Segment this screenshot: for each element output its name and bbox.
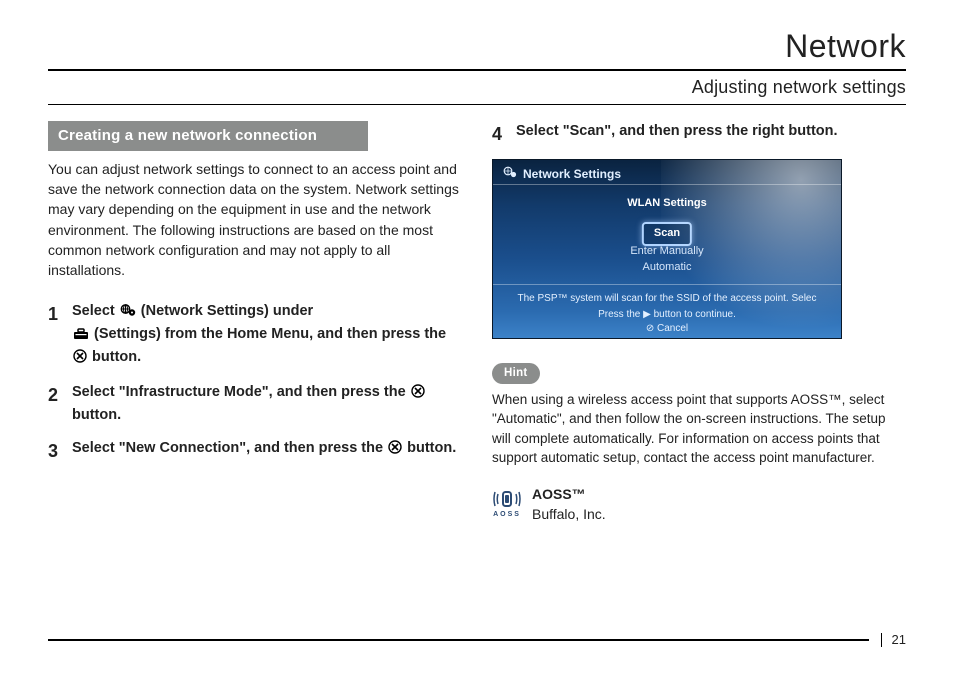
- shot-wlan-label: WLAN Settings: [493, 196, 841, 212]
- step-list: 1 Select (Network Settings) under (Setti…: [48, 301, 462, 464]
- step-number: 3: [48, 438, 62, 464]
- hint-text: When using a wireless access point that …: [492, 390, 906, 468]
- step-2: 2 Select "Infrastructure Mode", and then…: [48, 382, 462, 426]
- aoss-icon-label: AOSS: [493, 510, 521, 520]
- left-column: Creating a new network connection You ca…: [48, 121, 462, 525]
- shot-auto-option: Automatic: [493, 260, 841, 276]
- page: Network Adjusting network settings Creat…: [0, 0, 954, 677]
- step-3: 3 Select "New Connection", and then pres…: [48, 438, 462, 464]
- step-body: Select "New Connection", and then press …: [72, 438, 456, 464]
- step-number: 4: [492, 121, 506, 147]
- footer: 21: [48, 632, 906, 647]
- step-4: 4 Select "Scan", and then press the righ…: [492, 121, 906, 147]
- shot-scan-option: Scan: [642, 222, 692, 246]
- step-list-right: 4 Select "Scan", and then press the righ…: [492, 121, 906, 147]
- step-number: 1: [48, 301, 62, 370]
- page-subtitle: Adjusting network settings: [48, 77, 906, 98]
- shot-enter-option: Enter Manually: [493, 244, 841, 260]
- x-button-icon: [388, 440, 402, 461]
- step-number: 2: [48, 382, 62, 426]
- right-column: 4 Select "Scan", and then press the righ…: [492, 121, 906, 525]
- page-title: Network: [48, 28, 906, 65]
- x-button-icon: [411, 384, 425, 405]
- aoss-vendor: Buffalo, Inc.: [532, 504, 606, 524]
- intro-paragraph: You can adjust network settings to conne…: [48, 159, 462, 281]
- step-body: Select "Infrastructure Mode", and then p…: [72, 382, 462, 426]
- rule-thick: [48, 69, 906, 71]
- footer-rule: [48, 639, 869, 641]
- x-button-icon: [73, 349, 87, 370]
- shot-breadcrumb: Network Settings: [503, 166, 621, 183]
- divider: [493, 184, 841, 185]
- columns: Creating a new network connection You ca…: [48, 121, 906, 525]
- section-heading: Creating a new network connection: [48, 121, 368, 151]
- settings-toolbox-icon: [73, 326, 89, 347]
- hint-pill: Hint: [492, 363, 540, 384]
- page-number: 21: [892, 632, 906, 647]
- network-settings-icon: [120, 303, 136, 324]
- psp-screenshot: Network Settings WLAN Settings Scan Ente…: [492, 159, 842, 339]
- step-body: Select "Scan", and then press the right …: [516, 121, 838, 147]
- shot-cancel: ⊘ Cancel: [493, 322, 841, 337]
- step-body: Select (Network Settings) under (Setting…: [72, 301, 462, 370]
- divider: [493, 284, 841, 285]
- network-settings-icon: [503, 166, 517, 183]
- shot-help-message: The PSP™ system will scan for the SSID o…: [499, 292, 835, 307]
- aoss-icon: AOSS: [492, 489, 522, 520]
- aoss-text: AOSS™ Buffalo, Inc.: [532, 484, 606, 525]
- rule-thin: [48, 104, 906, 105]
- shot-press-message: Press the ▶ button to continue.: [493, 308, 841, 323]
- aoss-title: AOSS™: [532, 484, 606, 504]
- step-1: 1 Select (Network Settings) under (Setti…: [48, 301, 462, 370]
- footer-divider: [881, 633, 882, 647]
- aoss-row: AOSS AOSS™ Buffalo, Inc.: [492, 484, 906, 525]
